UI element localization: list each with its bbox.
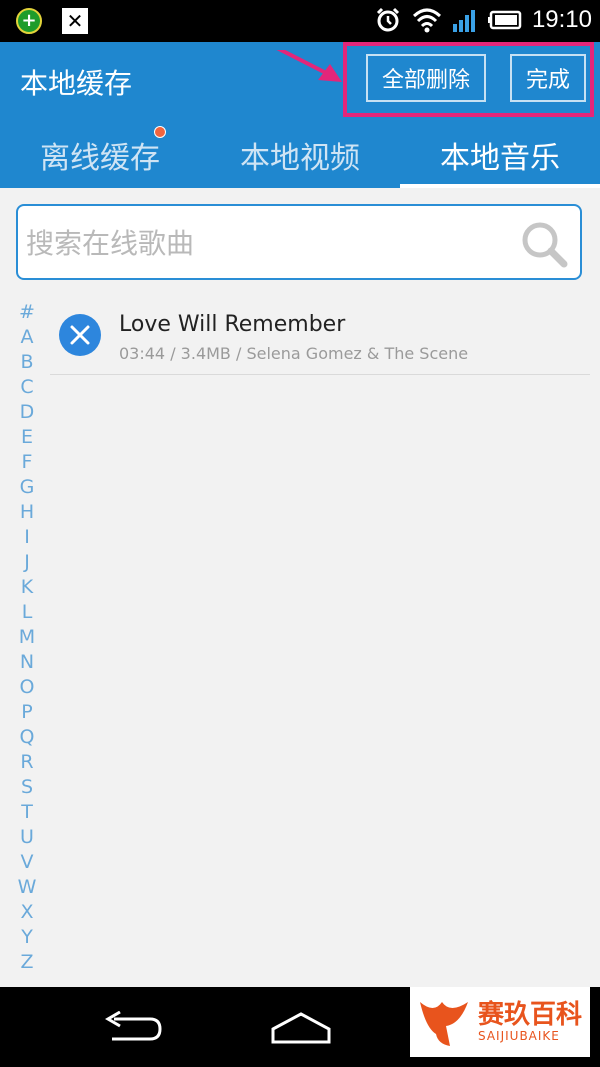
close-icon — [70, 325, 90, 345]
index-letter[interactable]: U — [12, 825, 42, 850]
index-letter[interactable]: # — [12, 300, 42, 325]
index-letter[interactable]: W — [12, 875, 42, 900]
index-letter[interactable]: F — [12, 450, 42, 475]
index-letter[interactable]: H — [12, 500, 42, 525]
app-header: 本地缓存 全部删除 完成 离线缓存 本地视频 本地音乐 — [0, 42, 600, 188]
system-nav-bar: 赛玖百科 SAIJIUBAIKE — [0, 987, 600, 1067]
tab-label: 本地视频 — [240, 141, 360, 176]
index-letter[interactable]: E — [12, 425, 42, 450]
watermark-en: SAIJIUBAIKE — [478, 1029, 560, 1043]
index-letter[interactable]: Z — [12, 950, 42, 975]
done-button[interactable]: 完成 — [510, 54, 586, 102]
search-icon[interactable] — [520, 220, 568, 268]
signal-icon — [452, 10, 475, 32]
index-letter[interactable]: Y — [12, 925, 42, 950]
list-item[interactable]: Love Will Remember 03:44 / 3.4MB / Selen… — [50, 300, 590, 375]
index-letter[interactable]: T — [12, 800, 42, 825]
index-letter[interactable]: S — [12, 775, 42, 800]
page-title: 本地缓存 — [20, 67, 133, 100]
watermark-cn: 赛玖百科 — [478, 1000, 583, 1030]
watermark-logo: 赛玖百科 SAIJIUBAIKE — [410, 987, 590, 1057]
index-letter[interactable]: A — [12, 325, 42, 350]
app-x-icon: ✕ — [62, 8, 88, 34]
clock: 19:10 — [531, 6, 592, 33]
watermark-text: 赛玖百科 SAIJIUBAIKE — [478, 1001, 582, 1043]
index-letter[interactable]: X — [12, 900, 42, 925]
notification-icons: + ✕ — [16, 8, 88, 34]
song-artist: Selena Gomez & The Scene — [246, 344, 469, 363]
tab-offline-cache[interactable]: 离线缓存 — [0, 122, 200, 188]
index-letter[interactable]: K — [12, 575, 42, 600]
song-title: Love Will Remember — [119, 312, 346, 337]
search-input[interactable] — [24, 216, 518, 270]
system-icons: 19:10 — [374, 6, 592, 34]
delete-all-button[interactable]: 全部删除 — [366, 54, 486, 102]
index-letter[interactable]: R — [12, 750, 42, 775]
index-letter[interactable]: P — [12, 700, 42, 725]
battery-icon — [487, 10, 522, 30]
remove-icon[interactable] — [59, 314, 101, 356]
alphabet-index[interactable]: # A B C D E F G H I J K L M N O P Q R S T U V W X Y Z — [12, 300, 42, 975]
index-letter[interactable]: Q — [12, 725, 42, 750]
tab-label: 本地音乐 — [440, 141, 560, 176]
active-tab-indicator — [400, 184, 600, 188]
song-duration: 03:44 — [119, 344, 166, 363]
app-plus-icon: + — [16, 8, 42, 34]
index-letter[interactable]: N — [12, 650, 42, 675]
search-box — [16, 204, 582, 280]
index-letter[interactable]: I — [12, 525, 42, 550]
index-letter[interactable]: C — [12, 375, 42, 400]
song-list: Love Will Remember 03:44 / 3.4MB / Selen… — [50, 300, 590, 375]
song-meta: 03:44 / 3.4MB / Selena Gomez & The Scene — [119, 344, 469, 363]
index-letter[interactable]: V — [12, 850, 42, 875]
wifi-icon — [412, 8, 441, 33]
back-icon[interactable] — [100, 1011, 164, 1045]
song-size: 3.4MB — [180, 344, 231, 363]
index-letter[interactable]: O — [12, 675, 42, 700]
index-letter[interactable]: M — [12, 625, 42, 650]
new-badge-dot — [154, 126, 166, 138]
whale-tail-icon — [420, 1002, 468, 1046]
index-letter[interactable]: B — [12, 350, 42, 375]
tab-local-music[interactable]: 本地音乐 — [400, 122, 600, 188]
annotation-arrow — [276, 50, 342, 82]
index-letter[interactable]: D — [12, 400, 42, 425]
status-bar: + ✕ 19:10 — [0, 0, 600, 42]
index-letter[interactable]: L — [12, 600, 42, 625]
tab-label: 离线缓存 — [40, 141, 160, 176]
index-letter[interactable]: G — [12, 475, 42, 500]
tab-bar: 离线缓存 本地视频 本地音乐 — [0, 122, 600, 188]
alarm-icon — [376, 7, 399, 32]
tab-local-video[interactable]: 本地视频 — [200, 122, 400, 188]
home-icon[interactable] — [270, 1011, 332, 1045]
index-letter[interactable]: J — [12, 550, 42, 575]
